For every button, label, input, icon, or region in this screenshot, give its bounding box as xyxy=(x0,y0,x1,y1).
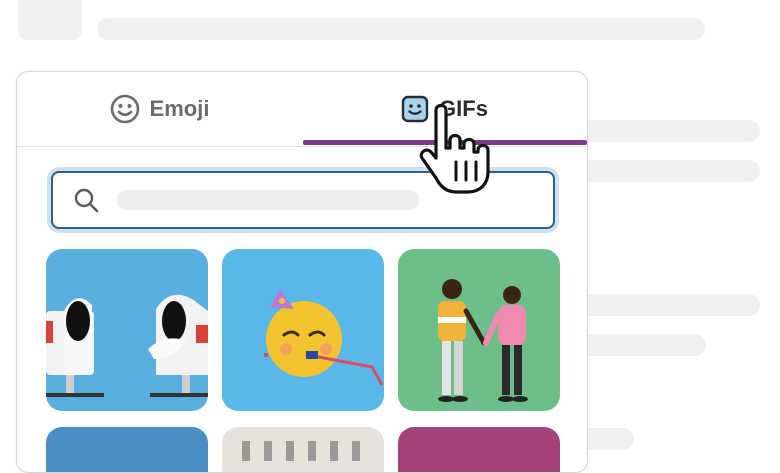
background-text-placeholder xyxy=(580,334,706,356)
background-text-placeholder xyxy=(580,294,760,316)
tab-emoji-label: Emoji xyxy=(149,96,210,121)
gif-tile[interactable] xyxy=(46,427,208,472)
people-greeting-illustration xyxy=(438,279,528,402)
background-text-placeholder xyxy=(580,428,634,450)
party-emoji-illustration xyxy=(264,289,384,386)
background-text-placeholder xyxy=(580,120,760,142)
hand-pointer-cursor-icon xyxy=(419,103,490,194)
gif-tile-handshake-people[interactable] xyxy=(398,249,560,411)
gif-tile-mailboxes[interactable] xyxy=(46,249,208,411)
search-placeholder xyxy=(117,190,419,210)
background-text-placeholder xyxy=(97,18,705,40)
smiley-face-icon xyxy=(110,94,139,124)
search-icon xyxy=(74,188,99,213)
gif-tile[interactable] xyxy=(398,427,560,472)
piano-keys-illustration xyxy=(242,441,360,461)
gif-tile-party-emoji[interactable] xyxy=(222,249,384,411)
mailboxes-illustration xyxy=(46,294,208,397)
tab-emoji[interactable]: Emoji xyxy=(17,72,302,146)
background-text-placeholder xyxy=(580,160,760,182)
gif-tile[interactable] xyxy=(222,427,384,472)
background-avatar-placeholder xyxy=(18,0,82,40)
